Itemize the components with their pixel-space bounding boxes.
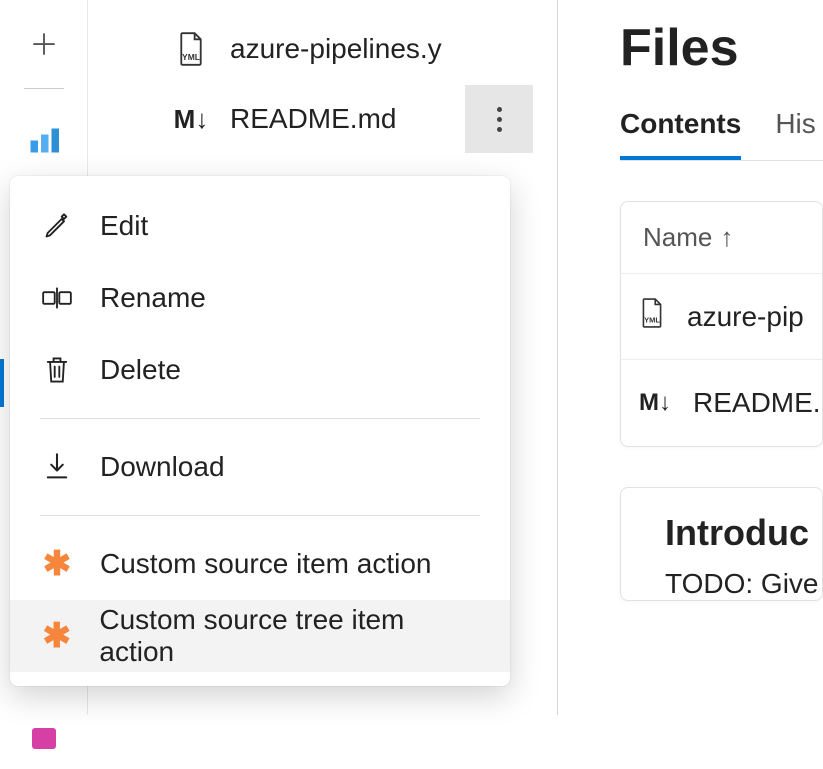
sort-asc-icon: ↑ bbox=[720, 222, 733, 253]
nav-item-boards[interactable] bbox=[0, 107, 88, 171]
table-row[interactable]: YML azure-pip bbox=[621, 274, 822, 360]
markdown-file-icon: M↓ bbox=[173, 104, 209, 135]
menu-label: Rename bbox=[100, 282, 206, 314]
trash-icon bbox=[40, 355, 74, 385]
page-title: Files bbox=[620, 18, 823, 78]
menu-custom-tree-item-action[interactable]: ✱ Custom source tree item action bbox=[10, 600, 510, 672]
tree-file-label: azure-pipelines.y bbox=[230, 33, 442, 65]
menu-separator bbox=[40, 515, 480, 516]
readme-body: TODO: Give bbox=[621, 568, 822, 600]
file-name: azure-pip bbox=[687, 301, 804, 333]
tree-file-item[interactable]: YML azure-pipelines.y bbox=[88, 14, 557, 84]
menu-delete[interactable]: Delete bbox=[10, 334, 510, 406]
markdown-file-icon: M↓ bbox=[639, 389, 671, 417]
add-button[interactable] bbox=[0, 0, 88, 88]
menu-label: Custom source tree item action bbox=[99, 604, 480, 668]
file-table: Name ↑ YML azure-pip M↓ README.r bbox=[620, 201, 823, 447]
menu-label: Delete bbox=[100, 354, 181, 386]
menu-edit[interactable]: Edit bbox=[10, 190, 510, 262]
tree-file-label: README.md bbox=[230, 103, 396, 135]
menu-custom-item-action[interactable]: ✱ Custom source item action bbox=[10, 528, 510, 600]
menu-separator bbox=[40, 418, 480, 419]
plus-icon bbox=[29, 29, 59, 59]
menu-label: Download bbox=[100, 451, 225, 483]
menu-label: Custom source item action bbox=[100, 548, 431, 580]
file-name: README.r bbox=[693, 387, 823, 419]
nav-divider bbox=[24, 88, 64, 89]
content-pane: Files Contents His Name ↑ YML azure-pip … bbox=[558, 0, 823, 715]
context-menu: Edit Rename Delete Download ✱ Custom sou… bbox=[10, 176, 510, 686]
rename-icon bbox=[40, 284, 74, 312]
readme-heading: Introduc bbox=[621, 512, 822, 554]
menu-rename[interactable]: Rename bbox=[10, 262, 510, 334]
more-actions-button[interactable] bbox=[465, 85, 533, 153]
menu-label: Edit bbox=[100, 210, 148, 242]
asterisk-icon: ✱ bbox=[40, 544, 74, 584]
tree-file-item[interactable]: M↓ README.md bbox=[88, 84, 557, 154]
yml-file-icon: YML bbox=[173, 32, 209, 66]
table-row[interactable]: M↓ README.r bbox=[621, 360, 822, 446]
asterisk-icon: ✱ bbox=[40, 616, 73, 656]
yml-file-icon: YML bbox=[639, 298, 665, 335]
more-icon bbox=[497, 107, 502, 132]
package-icon bbox=[26, 719, 62, 755]
svg-text:YML: YML bbox=[182, 52, 200, 62]
readme-preview: Introduc TODO: Give bbox=[620, 487, 823, 601]
tabs: Contents His bbox=[620, 108, 823, 161]
svg-text:YML: YML bbox=[644, 316, 660, 325]
chart-icon bbox=[26, 121, 62, 157]
tab-contents[interactable]: Contents bbox=[620, 108, 741, 160]
menu-download[interactable]: Download bbox=[10, 431, 510, 503]
column-label: Name bbox=[643, 222, 712, 253]
pencil-icon bbox=[40, 212, 74, 240]
tab-history[interactable]: His bbox=[775, 108, 815, 160]
table-column-name[interactable]: Name ↑ bbox=[621, 202, 822, 274]
download-icon bbox=[40, 452, 74, 482]
